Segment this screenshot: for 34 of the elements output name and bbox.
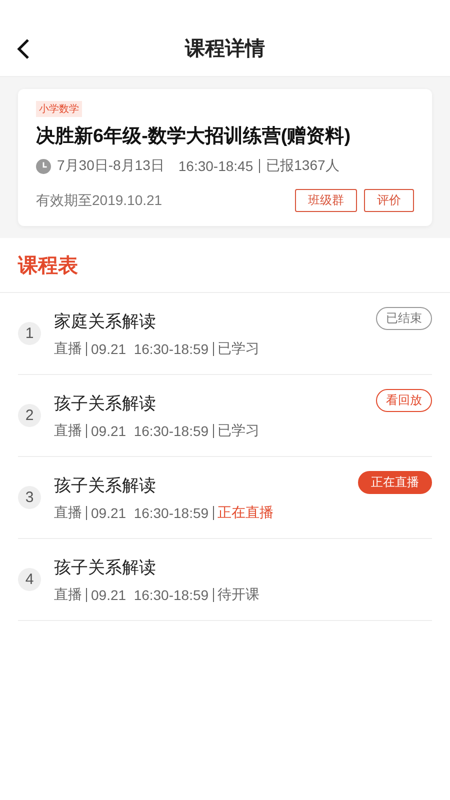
lesson-status: 已学习 (218, 340, 260, 358)
lesson-title[interactable]: 孩子关系解读 (54, 556, 156, 578)
lesson-status: 已学习 (218, 422, 260, 440)
course-dates: 7月30日-8月13日 (57, 157, 164, 175)
enrolled-count: 已报1367人 (266, 157, 340, 175)
status-badge[interactable]: 正在直播 (358, 470, 432, 494)
lesson-number: 1 (18, 322, 41, 345)
lesson-title[interactable]: 孩子关系解读 (54, 392, 156, 414)
lesson-type: 直播 (54, 422, 82, 440)
lesson-title[interactable]: 孩子关系解读 (54, 474, 156, 496)
page-title: 课程详情 (185, 36, 265, 62)
lesson-status: 正在直播 (218, 504, 274, 522)
lesson-time: 09.21 16:30-18:59 (91, 422, 209, 438)
schedule-heading: 课程表 (0, 238, 450, 293)
lesson-time: 09.21 16:30-18:59 (91, 586, 209, 602)
validity-date: 有效期至2019.10.21 (36, 192, 162, 210)
status-badge[interactable]: 看回放 (376, 388, 432, 412)
course-title: 决胜新6年级-数学大招训练营(赠资料) (36, 124, 352, 149)
lesson-type: 直播 (54, 340, 82, 358)
lesson-type: 直播 (54, 586, 82, 604)
lesson-type: 直播 (54, 504, 82, 522)
outline-button[interactable]: 评价 (364, 189, 414, 212)
lesson-number: 4 (18, 568, 41, 591)
lesson-number: 2 (18, 404, 41, 427)
lesson-time: 09.21 16:30-18:59 (91, 340, 209, 356)
lesson-number: 3 (18, 486, 41, 509)
subject-tag: 小学数学 (36, 101, 82, 117)
course-time: 16:30-18:45 (178, 158, 254, 174)
lesson-status: 待开课 (218, 586, 260, 604)
clock-icon (36, 158, 51, 174)
outline-button[interactable]: 班级群 (295, 189, 357, 212)
status-badge[interactable]: 已结束 (376, 306, 432, 330)
lesson-title[interactable]: 家庭关系解读 (54, 310, 156, 332)
lesson-time: 09.21 16:30-18:59 (91, 504, 209, 520)
